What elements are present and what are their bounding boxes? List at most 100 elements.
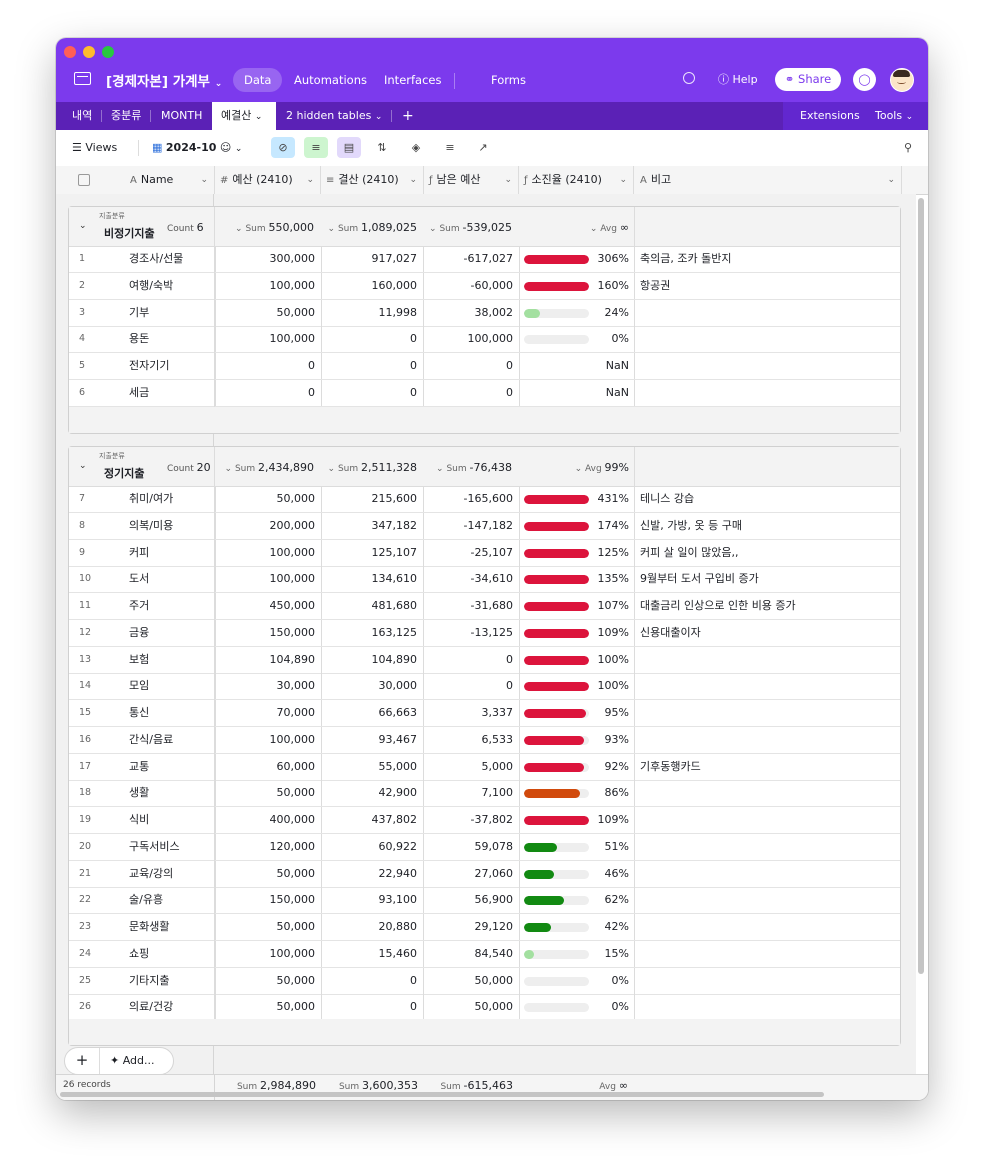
- cell-remaining[interactable]: 84,540: [423, 941, 514, 967]
- table-row[interactable]: 1 경조사/선물 300,000 917,027 -617,027 306% 축의금, 조카…: [69, 246, 900, 273]
- cell-remaining[interactable]: 38,002: [423, 300, 514, 326]
- cell-name[interactable]: 의복/미용: [129, 513, 173, 539]
- cell-budget[interactable]: 100,000: [215, 273, 316, 299]
- cell-ratio[interactable]: 100%: [589, 647, 629, 673]
- cell-name[interactable]: 주거: [129, 593, 149, 619]
- base-icon[interactable]: [74, 72, 91, 85]
- vertical-scrollbar[interactable]: [918, 198, 924, 974]
- cell-name[interactable]: 도서: [129, 566, 149, 592]
- cell-name[interactable]: 기부: [129, 300, 149, 326]
- cell-ratio[interactable]: 15%: [589, 941, 629, 967]
- cell-remaining[interactable]: -34,610: [423, 566, 513, 592]
- table-row[interactable]: 24 쇼핑 100,000 15,460 84,540 15%: [69, 940, 900, 968]
- cell-remaining[interactable]: 5,000: [423, 754, 514, 780]
- table-row[interactable]: 25 기타지출 50,000 0 50,000 0%: [69, 967, 900, 995]
- cell-ratio[interactable]: 306%: [589, 246, 629, 272]
- cell-budget[interactable]: 104,890: [215, 647, 316, 673]
- cell-remaining[interactable]: -31,680: [423, 593, 513, 619]
- cell-budget[interactable]: 50,000: [215, 914, 316, 940]
- cell-ratio[interactable]: 95%: [589, 700, 629, 726]
- cell-remaining[interactable]: 3,337: [423, 700, 514, 726]
- table-row[interactable]: 8 의복/미용 200,000 347,182 -147,182 174% 신발, 가방, …: [69, 512, 900, 540]
- cell-budget[interactable]: 200,000: [215, 513, 316, 539]
- close-window-button[interactable]: [64, 46, 76, 58]
- table-row[interactable]: 16 간식/음료 100,000 93,467 6,533 93%: [69, 726, 900, 754]
- cell-name[interactable]: 문화생활: [129, 914, 169, 940]
- notifications-bell-icon[interactable]: ◯: [853, 68, 876, 91]
- cell-budget[interactable]: 0: [215, 353, 315, 379]
- cell-actual[interactable]: 55,000: [321, 754, 418, 780]
- cell-remaining[interactable]: -617,027: [423, 246, 513, 272]
- cell-name[interactable]: 금융: [129, 620, 149, 646]
- hide-fields-icon[interactable]: ⊘: [271, 137, 295, 158]
- cell-budget[interactable]: 300,000: [215, 246, 316, 272]
- table-row[interactable]: 18 생활 50,000 42,900 7,100 86%: [69, 780, 900, 808]
- cell-budget[interactable]: 100,000: [215, 727, 316, 753]
- table-row[interactable]: 3 기부 50,000 11,998 38,002 24%: [69, 299, 900, 327]
- cell-remaining[interactable]: 59,078: [423, 834, 514, 860]
- cell-remaining[interactable]: -147,182: [423, 513, 513, 539]
- cell-actual[interactable]: 104,890: [321, 647, 418, 673]
- cell-actual[interactable]: 93,467: [321, 727, 418, 753]
- cell-ratio[interactable]: 431%: [589, 486, 629, 512]
- cell-actual[interactable]: 0: [321, 353, 417, 379]
- cell-remaining[interactable]: 50,000: [423, 994, 514, 1020]
- cell-name[interactable]: 기타지출: [129, 968, 169, 994]
- cell-actual[interactable]: 347,182: [321, 513, 418, 539]
- table-row[interactable]: 7 취미/여가 50,000 215,600 -165,600 431% 테니스 강습: [69, 486, 900, 513]
- cell-actual[interactable]: 160,000: [321, 273, 418, 299]
- column-remaining[interactable]: ƒ 남은 예산 ⌄: [429, 166, 518, 194]
- cell-ratio[interactable]: 174%: [589, 513, 629, 539]
- cell-name[interactable]: 취미/여가: [129, 486, 173, 512]
- cell-ratio[interactable]: 0%: [589, 326, 629, 352]
- nav-data-tab[interactable]: Data: [233, 68, 283, 92]
- cell-actual[interactable]: 22,940: [321, 861, 418, 887]
- horizontal-scrollbar[interactable]: [60, 1092, 824, 1097]
- cell-name[interactable]: 술/유흥: [129, 887, 163, 913]
- total-sum-actual[interactable]: Sum 3,600,353: [324, 1079, 418, 1092]
- table-row[interactable]: 9 커피 100,000 125,107 -25,107 125% 커피 살 일이 많았음,…: [69, 539, 900, 567]
- extensions-button[interactable]: Extensions: [800, 102, 860, 130]
- cell-name[interactable]: 간식/음료: [129, 727, 173, 753]
- select-all-checkbox[interactable]: [78, 166, 90, 194]
- cell-ratio[interactable]: 0%: [589, 968, 629, 994]
- cell-actual[interactable]: 125,107: [321, 540, 418, 566]
- row-height-icon[interactable]: ≡: [438, 137, 462, 158]
- cell-ratio[interactable]: 51%: [589, 834, 629, 860]
- table-row[interactable]: 11 주거 450,000 481,680 -31,680 107% 대출금리 인상으로 인…: [69, 593, 900, 620]
- cell-ratio[interactable]: 42%: [589, 914, 629, 940]
- cell-remaining[interactable]: 0: [423, 380, 513, 406]
- cell-budget[interactable]: 70,000: [215, 700, 316, 726]
- cell-remaining[interactable]: 0: [423, 353, 513, 379]
- cell-budget[interactable]: 100,000: [215, 540, 316, 566]
- cell-memo[interactable]: 기후동행카드: [640, 754, 701, 780]
- cell-remaining[interactable]: -37,802: [423, 807, 513, 833]
- cell-ratio[interactable]: 62%: [589, 887, 629, 913]
- nav-interfaces-tab[interactable]: Interfaces: [373, 68, 452, 92]
- table-row[interactable]: 10 도서 100,000 134,610 -34,610 135% 9월부터 도서 구입비…: [69, 566, 900, 594]
- table-row[interactable]: 15 통신 70,000 66,663 3,337 95%: [69, 700, 900, 727]
- cell-name[interactable]: 통신: [129, 700, 149, 726]
- cell-memo[interactable]: 커피 살 일이 많았음,,: [640, 540, 738, 566]
- hidden-tables-dropdown[interactable]: 2 hidden tables ⌄: [286, 102, 382, 130]
- cell-ratio[interactable]: 125%: [589, 540, 629, 566]
- cell-budget[interactable]: 50,000: [215, 300, 316, 326]
- table-row[interactable]: 17 교통 60,000 55,000 5,000 92% 기후동행카드: [69, 753, 900, 781]
- cell-budget[interactable]: 50,000: [215, 968, 316, 994]
- color-icon[interactable]: ◈: [404, 137, 428, 158]
- group-header[interactable]: ⌄ 지출분류 정기지출 Count 20 ⌄ Sum 2,434,890 ⌄ S…: [69, 447, 900, 487]
- table-row[interactable]: 6 세금 0 0 0 NaN: [69, 379, 900, 407]
- cell-name[interactable]: 세금: [129, 380, 149, 406]
- cell-budget[interactable]: 400,000: [215, 807, 316, 833]
- table-row[interactable]: 21 교육/강의 50,000 22,940 27,060 46%: [69, 860, 900, 888]
- table-tab-예결산[interactable]: 예결산 ⌄: [212, 102, 276, 130]
- total-sum-budget[interactable]: Sum 2,984,890: [224, 1079, 316, 1092]
- cell-remaining[interactable]: 100,000: [423, 326, 514, 352]
- column-actual[interactable]: ≡ 결산 (2410) ⌄: [326, 166, 423, 194]
- table-row[interactable]: 5 전자기기 0 0 0 NaN: [69, 353, 900, 380]
- cell-budget[interactable]: 60,000: [215, 754, 316, 780]
- nav-forms-tab[interactable]: Forms: [480, 68, 537, 92]
- cell-name[interactable]: 여행/숙박: [129, 273, 173, 299]
- column-memo[interactable]: A 비고 ⌄: [640, 166, 901, 194]
- table-row[interactable]: 2 여행/숙박 100,000 160,000 -60,000 160% 항공권: [69, 272, 900, 300]
